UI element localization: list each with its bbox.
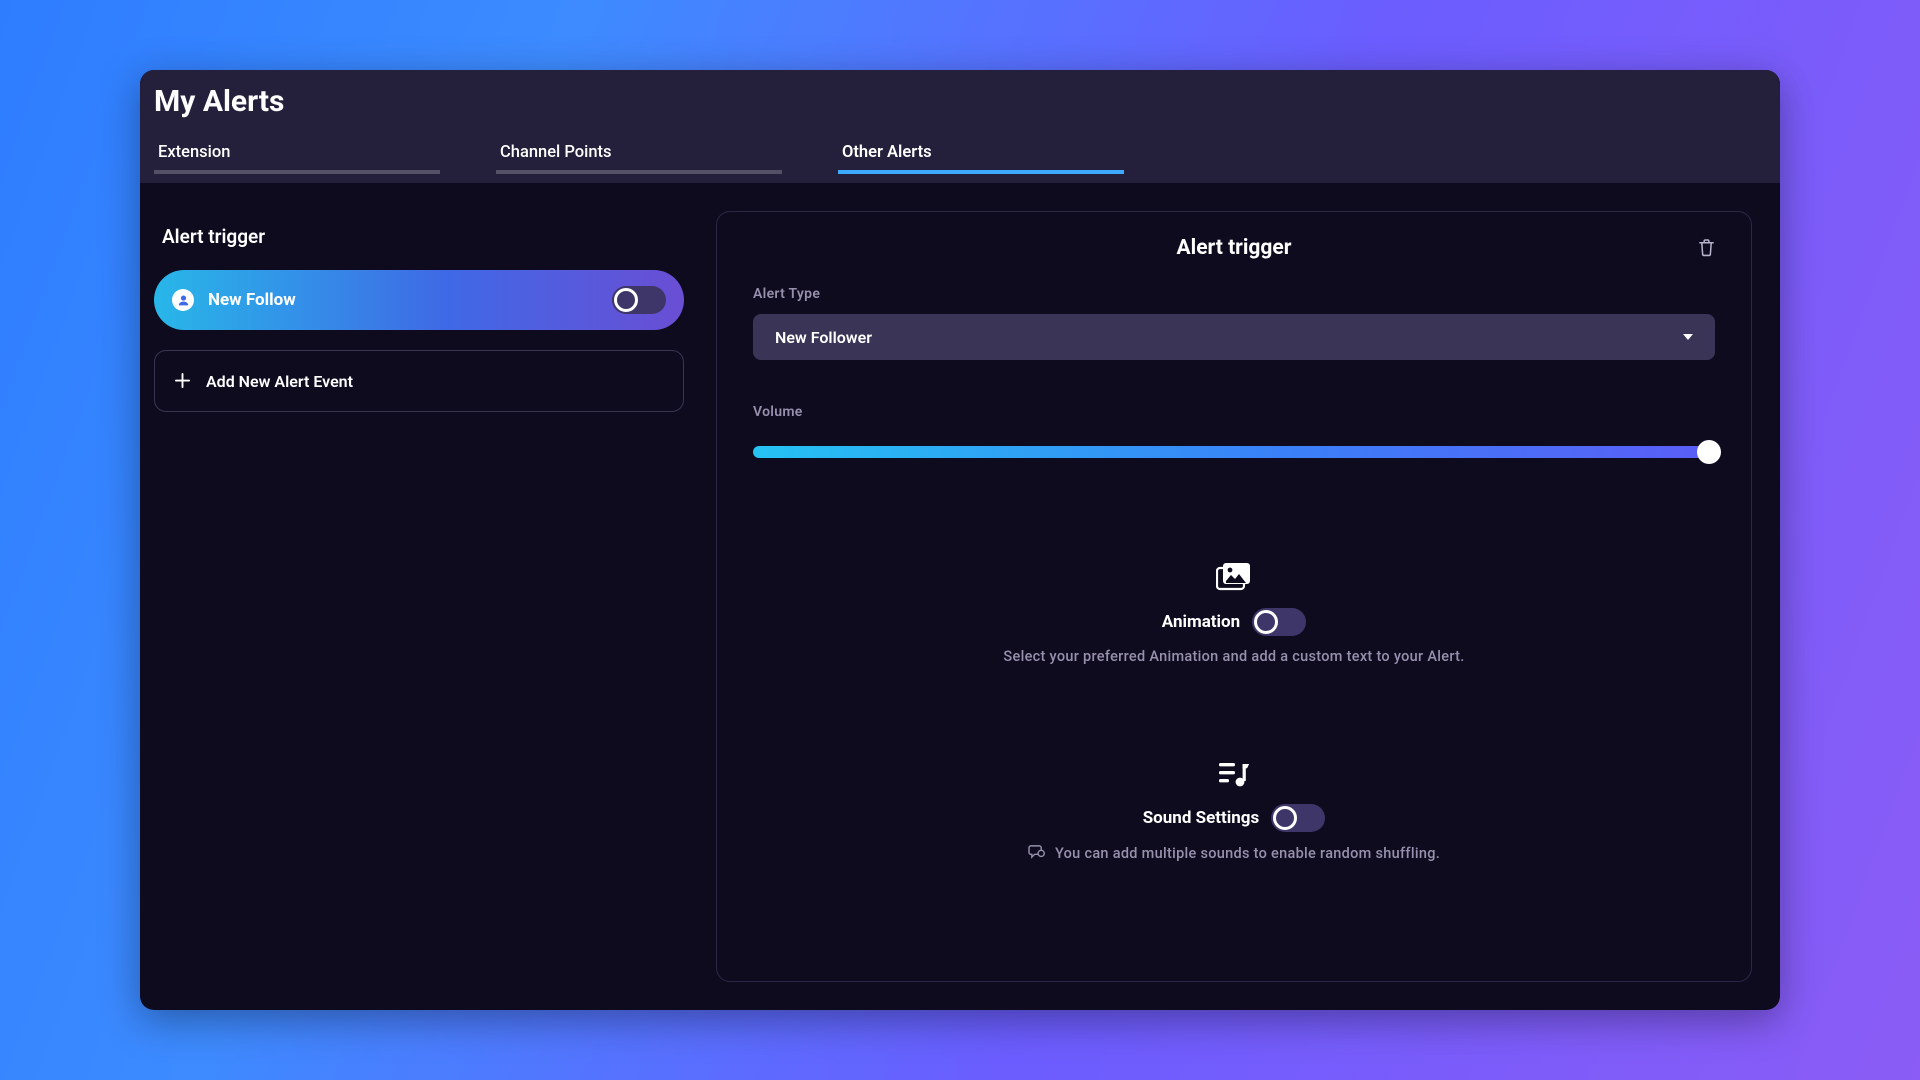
animation-description: Select your preferred Animation and add … [1003,648,1464,665]
volume-slider[interactable] [753,432,1715,472]
trigger-new-follow[interactable]: New Follow [154,270,684,330]
chevron-down-icon [1683,334,1693,340]
sidebar: Alert trigger New Follow Add New Aler [150,211,688,982]
tab-extension[interactable]: Extension [154,134,440,174]
sound-description-row: You can add multiple sounds to enable ra… [1028,844,1440,863]
page-title: My Alerts [154,84,1760,120]
sound-description: You can add multiple sounds to enable ra… [1055,845,1440,862]
panel-body: Alert trigger New Follow Add New Aler [140,183,1780,1010]
panel-header: My Alerts Extension Channel Points Other… [140,70,1780,183]
delete-button[interactable] [1692,232,1721,267]
alert-type-select[interactable]: New Follower [753,314,1715,360]
toggle-knob [614,288,638,312]
image-icon [1216,562,1252,596]
chat-icon [1028,844,1045,863]
tab-channel-points[interactable]: Channel Points [496,134,782,174]
alert-type-value: New Follower [775,328,1683,347]
plus-icon [175,372,190,391]
detail-title: Alert trigger [1177,236,1292,260]
sound-section: Sound Settings You can add multiple soun… [753,760,1715,863]
alert-type-label: Alert Type [753,286,1715,302]
sound-toggle[interactable] [1271,804,1325,832]
tab-label: Other Alerts [842,143,932,162]
user-icon [172,289,194,311]
sound-row: Sound Settings [1143,804,1326,832]
animation-toggle[interactable] [1252,608,1306,636]
toggle-knob [1273,806,1297,830]
toggle-knob [1254,610,1278,634]
sound-title: Sound Settings [1143,808,1260,828]
trigger-toggle[interactable] [612,286,666,314]
slider-track [753,446,1715,458]
alerts-panel: My Alerts Extension Channel Points Other… [140,70,1780,1010]
add-alert-label: Add New Alert Event [206,372,353,391]
animation-title: Animation [1162,612,1240,632]
music-list-icon [1217,760,1251,792]
tab-label: Extension [158,143,230,162]
trigger-label: New Follow [208,290,598,310]
tab-other-alerts[interactable]: Other Alerts [838,134,1124,174]
add-alert-event-button[interactable]: Add New Alert Event [154,350,684,412]
detail-panel: Alert trigger Alert Type New Follower Vo… [716,211,1752,982]
detail-header: Alert trigger [753,236,1715,260]
volume-label: Volume [753,404,1715,420]
tab-label: Channel Points [500,143,612,162]
trash-icon [1698,238,1715,257]
tabs: Extension Channel Points Other Alerts [154,134,1760,174]
animation-row: Animation [1162,608,1306,636]
sidebar-title: Alert trigger [162,225,684,248]
slider-thumb[interactable] [1697,440,1721,464]
animation-section: Animation Select your preferred Animatio… [753,562,1715,665]
